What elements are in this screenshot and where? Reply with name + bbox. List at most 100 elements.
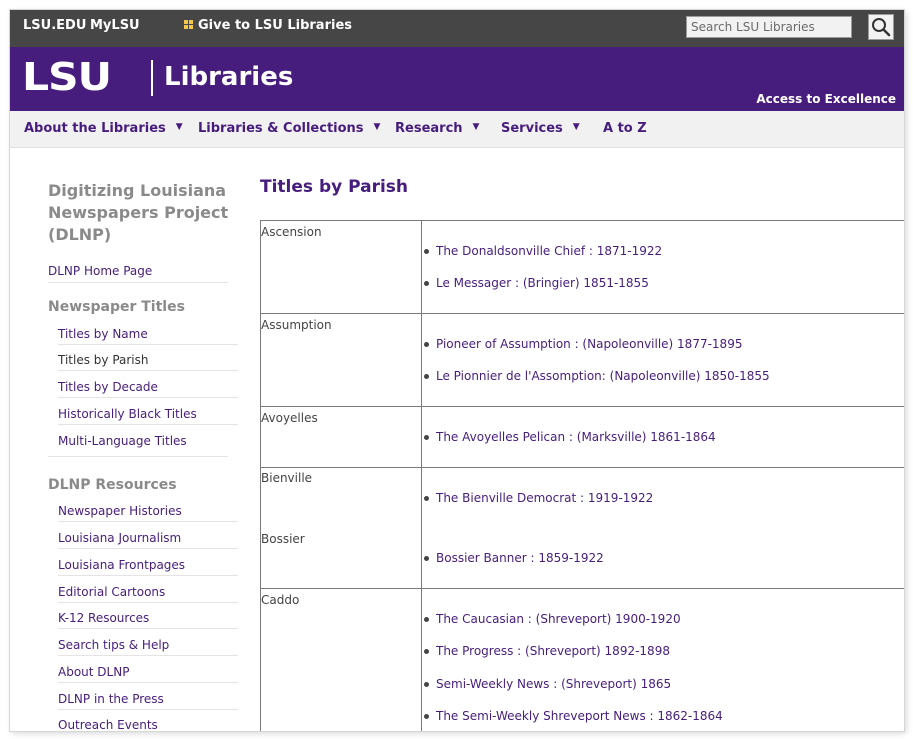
divider [58, 602, 238, 603]
newspaper-link[interactable]: Le Pionnier de l'Assomption: (Napoleonvi… [424, 369, 770, 383]
sidebar-item-black-titles[interactable]: Historically Black Titles [58, 407, 197, 421]
parish-name: Avoyelles [261, 411, 318, 425]
newspaper-link-label: Le Messager : (Bringier) 1851-1855 [436, 276, 649, 290]
main-nav: About the Libraries ▼ Libraries & Collect… [10, 111, 904, 148]
sidebar-item-titles-by-parish[interactable]: Titles by Parish [58, 353, 149, 367]
sidebar-item-press[interactable]: DLNP in the Press [58, 692, 164, 706]
chevron-down-icon: ▼ [472, 122, 480, 132]
browser-viewport: LSU.EDU MyLSU Give to LSU Libraries LSU … [10, 10, 904, 731]
newspaper-link[interactable]: Semi-Weekly News : (Shreveport) 1865 [424, 677, 672, 691]
sidebar-item-multi-language[interactable]: Multi-Language Titles [58, 434, 187, 448]
divider [58, 682, 238, 683]
newspaper-link[interactable]: The Bienville Democrat : 1919-1922 [424, 491, 654, 505]
divider [58, 548, 238, 549]
sidebar-item-titles-by-decade[interactable]: Titles by Decade [58, 380, 158, 394]
bullet-icon [424, 374, 429, 379]
newspaper-link-label: The Donaldsonville Chief : 1871-1922 [436, 244, 663, 258]
parish-name: Bossier [261, 532, 305, 546]
newspaper-link-label: The Caucasian : (Shreveport) 1900-1920 [436, 612, 681, 626]
newspaper-link-label: The Bienville Democrat : 1919-1922 [436, 491, 654, 505]
sidebar-item-search-tips[interactable]: Search tips & Help [58, 638, 169, 652]
nav-about-label: About the Libraries [24, 121, 166, 136]
nav-research[interactable]: Research ▼ [395, 121, 479, 136]
give-link[interactable]: Give to LSU Libraries [184, 18, 352, 33]
sidebar-item-outreach[interactable]: Outreach Events [58, 718, 158, 731]
bullet-icon [424, 249, 429, 254]
sidebar-item-journalism[interactable]: Louisiana Journalism [58, 531, 181, 545]
newspaper-link-label: Pioneer of Assumption : (Napoleonville) … [436, 337, 743, 351]
sidebar-item-about[interactable]: About DLNP [58, 665, 129, 679]
nav-a-to-z-label: A to Z [603, 121, 647, 136]
table-border [260, 313, 904, 314]
bullet-icon [424, 496, 429, 501]
chevron-down-icon: ▼ [572, 122, 580, 132]
gift-icon [184, 20, 193, 29]
newspaper-link[interactable]: The Progress : (Shreveport) 1892-1898 [424, 644, 670, 658]
sidebar-item-titles-by-name[interactable]: Titles by Name [58, 327, 148, 341]
libraries-wordmark[interactable]: Libraries [164, 61, 293, 93]
divider [58, 709, 238, 710]
sidebar-item-cartoons[interactable]: Editorial Cartoons [58, 585, 165, 599]
newspaper-link[interactable]: The Semi-Weekly Shreveport News : 1862-1… [424, 709, 723, 723]
parish-name: Bienville [261, 471, 313, 485]
site-banner: LSU Libraries Access to Excellence [10, 47, 904, 111]
divider [58, 370, 238, 371]
bullet-icon [424, 649, 429, 654]
divider [58, 397, 238, 398]
give-link-label: Give to LSU Libraries [198, 18, 352, 33]
bullet-icon [424, 682, 429, 687]
page-title: Titles by Parish [260, 177, 409, 197]
bullet-icon [424, 435, 429, 440]
divider [48, 282, 228, 283]
divider [58, 521, 238, 522]
newspaper-link[interactable]: Le Messager : (Bringier) 1851-1855 [424, 276, 649, 290]
table-border [260, 406, 904, 407]
parish-table: Ascension The Donaldsonville Chief : 187… [260, 220, 904, 731]
newspaper-link[interactable]: Pioneer of Assumption : (Napoleonville) … [424, 337, 743, 351]
sidebar-item-histories[interactable]: Newspaper Histories [58, 504, 182, 518]
nav-services[interactable]: Services ▼ [501, 121, 580, 136]
divider [58, 655, 238, 656]
utility-bar: LSU.EDU MyLSU Give to LSU Libraries [10, 10, 904, 47]
sidebar-item-frontpages[interactable]: Louisiana Frontpages [58, 558, 185, 572]
bullet-icon [424, 714, 429, 719]
nav-collections-label: Libraries & Collections [198, 121, 364, 136]
newspaper-link-label: Bossier Banner : 1859-1922 [436, 551, 604, 565]
search-button[interactable] [868, 14, 894, 40]
newspaper-link-label: Semi-Weekly News : (Shreveport) 1865 [436, 677, 672, 691]
logo-divider [151, 60, 153, 96]
newspaper-link[interactable]: The Caucasian : (Shreveport) 1900-1920 [424, 612, 681, 626]
nav-collections[interactable]: Libraries & Collections ▼ [198, 121, 380, 136]
bullet-icon [424, 617, 429, 622]
table-border [260, 588, 904, 589]
divider [58, 424, 238, 425]
divider [58, 575, 238, 576]
parish-name: Caddo [261, 593, 300, 607]
sidebar-item-k12[interactable]: K-12 Resources [58, 611, 149, 625]
lsu-edu-link[interactable]: LSU.EDU [23, 18, 86, 33]
sidebar-heading-titles: Newspaper Titles [48, 299, 185, 315]
lsu-logo[interactable]: LSU [22, 58, 112, 96]
sidebar-title: Digitizing Louisiana Newspapers Project … [48, 181, 229, 244]
table-border [421, 220, 422, 731]
table-border [260, 220, 904, 221]
parish-name: Assumption [261, 318, 332, 332]
sidebar-heading-resources: DLNP Resources [48, 477, 177, 493]
bullet-icon [424, 281, 429, 286]
mylsu-link[interactable]: MyLSU [90, 18, 140, 33]
table-border [260, 467, 904, 468]
nav-a-to-z[interactable]: A to Z [603, 121, 647, 136]
newspaper-link[interactable]: Bossier Banner : 1859-1922 [424, 551, 604, 565]
divider [58, 344, 238, 345]
newspaper-link[interactable]: The Donaldsonville Chief : 1871-1922 [424, 244, 663, 258]
newspaper-link-label: The Progress : (Shreveport) 1892-1898 [436, 644, 670, 658]
newspaper-link[interactable]: The Avoyelles Pelican : (Marksville) 186… [424, 430, 716, 444]
newspaper-link-label: The Avoyelles Pelican : (Marksville) 186… [436, 430, 716, 444]
nav-services-label: Services [501, 121, 563, 136]
sidebar-home-link[interactable]: DLNP Home Page [48, 264, 152, 278]
search-input[interactable] [686, 16, 852, 38]
tagline: Access to Excellence [756, 92, 896, 106]
chevron-down-icon: ▼ [175, 122, 183, 132]
divider [58, 628, 238, 629]
nav-about[interactable]: About the Libraries ▼ [24, 121, 183, 136]
